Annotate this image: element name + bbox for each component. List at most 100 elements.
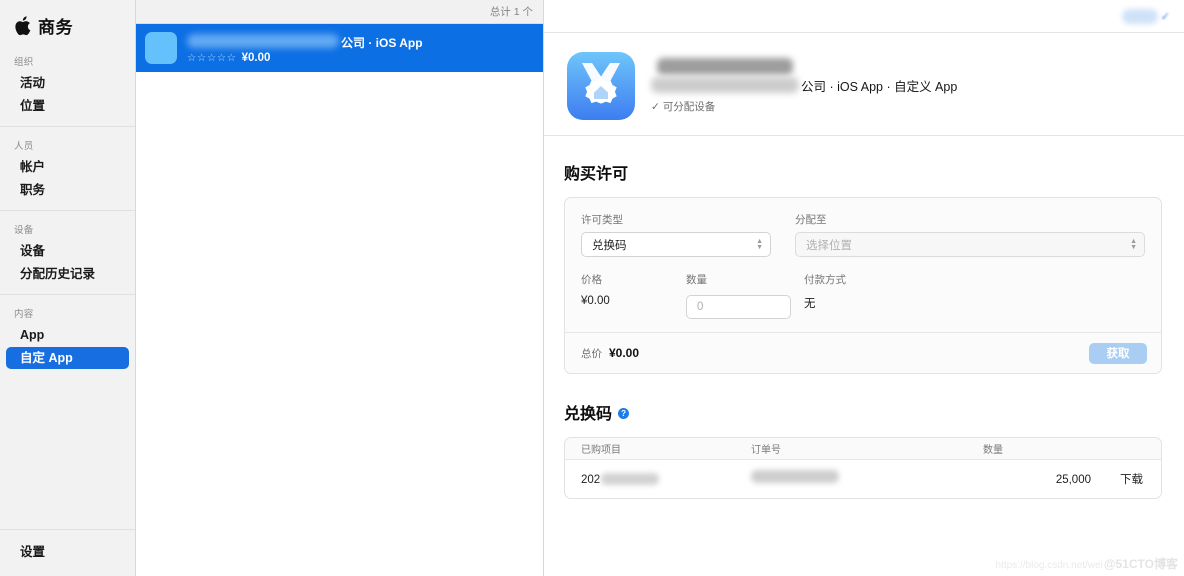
sidebar-item-assignment-history[interactable]: 分配历史记录 [6, 263, 129, 285]
quantity-value: 25,000 [1055, 474, 1091, 486]
brand: 商务 [0, 0, 135, 52]
sidebar-item-app[interactable]: App [6, 324, 129, 346]
purchase-card: 许可类型 兑换码 ▲ ▼ 分配至 选择位置 ▲ ▼ 价格 ¥0.00 数量 0 … [564, 197, 1162, 374]
app-list-header: 总计 1 个 [136, 0, 543, 24]
total-value: ¥0.00 [609, 345, 640, 360]
app-list-count: 总计 1 个 [489, 6, 533, 18]
license-type-select[interactable]: 兑换码 ▲ ▼ [581, 232, 771, 257]
price-field: 价格 ¥0.00 [581, 272, 686, 319]
chevron-updown-icon: ▲ ▼ [756, 237, 763, 251]
column-header-order: 订单号 [751, 445, 781, 456]
sidebar-item-devices[interactable]: 设备 [6, 240, 129, 262]
rating-stars-icon: ☆☆☆☆☆ [187, 51, 237, 64]
group-label-devices: 设备 [14, 225, 34, 236]
quantity-field: 数量 0 [686, 272, 804, 319]
sidebar-item-roles[interactable]: 职务 [6, 179, 129, 201]
app-list-pane: 总计 1 个 公司 · iOS App ☆☆☆☆☆ ¥0.00 [136, 0, 544, 576]
quantity-label: 数量 [686, 274, 707, 286]
group-label-content: 内容 [14, 309, 34, 320]
list-item-subline: ☆☆☆☆☆ ¥0.00 [187, 52, 531, 64]
apple-logo-icon [15, 15, 31, 35]
license-type-value: 兑换码 [592, 239, 627, 252]
app-window: 商务 组织 活动 位置 人员 帐户 职务 设备 设备 分配历史记录 内容 App [0, 0, 1184, 576]
purchase-card-footer: 总价 ¥0.00 获取 [565, 332, 1161, 373]
assign-to-label: 分配至 [795, 214, 827, 226]
price-label: 价格 [581, 274, 602, 286]
cell-item: 202 [565, 470, 751, 488]
detail-topbar: ✓ [544, 0, 1184, 33]
app-header: 公司 · iOS App · 自定义 App ✓ 可分配设备 [544, 33, 1184, 136]
get-button[interactable]: 获取 [1089, 342, 1147, 364]
codes-table: 已购项目 订单号 数量 202 25,000 下载 [564, 437, 1162, 499]
total-label: 总价 [581, 347, 602, 360]
app-assignable-label: 可分配设备 [662, 101, 716, 113]
codes-table-header: 已购项目 订单号 数量 [565, 438, 1161, 460]
sidebar: 商务 组织 活动 位置 人员 帐户 职务 设备 设备 分配历史记录 内容 App [0, 0, 136, 576]
detail-pane: ✓ 公司 · iOS App · 自定义 App ✓ 可分配设备 购买许可 许可… [544, 0, 1184, 576]
cell-quantity: 25,000 [983, 470, 1091, 488]
assign-to-field: 分配至 选择位置 ▲ ▼ [795, 212, 1145, 257]
app-vendor-line: 公司 · iOS App · 自定义 App [801, 79, 958, 94]
cell-action: 下载 [1091, 470, 1161, 488]
brand-title: 商务 [38, 18, 73, 37]
watermark-tag: @51CTO博客 [1103, 557, 1178, 571]
help-icon[interactable]: ? [618, 407, 630, 419]
cell-order [751, 470, 983, 488]
table-row: 202 25,000 下载 [565, 460, 1161, 498]
list-item-body: 公司 · iOS App ☆☆☆☆☆ ¥0.00 [187, 33, 531, 64]
detail-body: 购买许可 许可类型 兑换码 ▲ ▼ 分配至 选择位置 ▲ ▼ 价格 ¥0.00 … [544, 136, 1184, 499]
list-item-price: ¥0.00 [241, 51, 271, 64]
check-icon: ✓ [651, 101, 660, 113]
app-meta: 公司 · iOS App · 自定义 App ✓ 可分配设备 [651, 51, 957, 114]
payment-method-value: 无 [804, 298, 816, 310]
redacted-app-name [187, 33, 339, 48]
purchase-card-inner: 许可类型 兑换码 ▲ ▼ 分配至 选择位置 ▲ ▼ 价格 ¥0.00 数量 0 … [565, 198, 1161, 332]
purchase-fields-row-2: 价格 ¥0.00 数量 0 付款方式 无 [581, 272, 1145, 319]
redacted-order-number [751, 470, 839, 483]
custom-app-icon [567, 52, 635, 120]
payment-method-label: 付款方式 [804, 274, 846, 286]
codes-title-text: 兑换码 [564, 406, 613, 423]
total-price: 总价 ¥0.00 [581, 346, 639, 361]
nav-group-content: 内容 App 自定 App [0, 294, 135, 378]
price-value: ¥0.00 [581, 295, 610, 307]
column-header-quantity: 数量 [983, 445, 1003, 456]
payment-method-field: 付款方式 无 [804, 272, 846, 319]
purchase-fields-row-1: 许可类型 兑换码 ▲ ▼ 分配至 选择位置 ▲ ▼ [581, 212, 1145, 257]
list-item[interactable]: 公司 · iOS App ☆☆☆☆☆ ¥0.00 [136, 24, 543, 72]
nav-group-people: 人员 帐户 职务 [0, 126, 135, 210]
group-label-people: 人员 [14, 141, 34, 152]
sidebar-nav: 组织 活动 位置 人员 帐户 职务 设备 设备 分配历史记录 内容 App 自定… [0, 52, 135, 378]
nav-group-organization: 组织 活动 位置 [0, 52, 135, 126]
app-name-row: 公司 · iOS App · 自定义 App [651, 58, 957, 96]
nav-group-devices: 设备 设备 分配历史记录 [0, 210, 135, 294]
watermark-url: https://blog.csdn.net/wei [995, 560, 1103, 571]
license-type-field: 许可类型 兑换码 ▲ ▼ [581, 212, 771, 257]
column-header-item: 已购项目 [581, 445, 621, 456]
item-prefix: 202 [581, 474, 601, 486]
chevron-updown-icon: ▲ ▼ [1130, 237, 1137, 251]
sidebar-item-accounts[interactable]: 帐户 [6, 156, 129, 178]
app-thumbnail-icon [145, 32, 177, 64]
sidebar-item-activity[interactable]: 活动 [6, 72, 129, 94]
quantity-placeholder: 0 [697, 301, 704, 313]
sidebar-item-settings[interactable]: 设置 [6, 541, 129, 563]
list-item-title-line: 公司 · iOS App [187, 33, 531, 50]
app-assignable-status: ✓ 可分配设备 [651, 99, 957, 114]
download-link[interactable]: 下载 [1120, 474, 1143, 486]
assign-to-select[interactable]: 选择位置 ▲ ▼ [795, 232, 1145, 257]
sidebar-item-custom-app[interactable]: 自定 App [6, 347, 129, 369]
sidebar-footer: 设置 [0, 529, 135, 576]
redacted-account-chip[interactable] [1121, 8, 1158, 24]
purchase-title-text: 购买许可 [564, 166, 629, 183]
codes-section-title: 兑换码 ? [564, 400, 1162, 424]
sidebar-item-locations[interactable]: 位置 [6, 95, 129, 117]
quantity-input[interactable]: 0 [686, 295, 791, 319]
assign-to-placeholder: 选择位置 [806, 239, 852, 252]
redacted-app-title [651, 58, 799, 96]
license-type-label: 许可类型 [581, 214, 623, 226]
checkmark-icon: ✓ [1160, 10, 1170, 23]
group-label-organization: 组织 [14, 57, 34, 68]
redacted-item-suffix [601, 473, 660, 485]
list-item-vendor: 公司 · iOS App [341, 35, 423, 50]
